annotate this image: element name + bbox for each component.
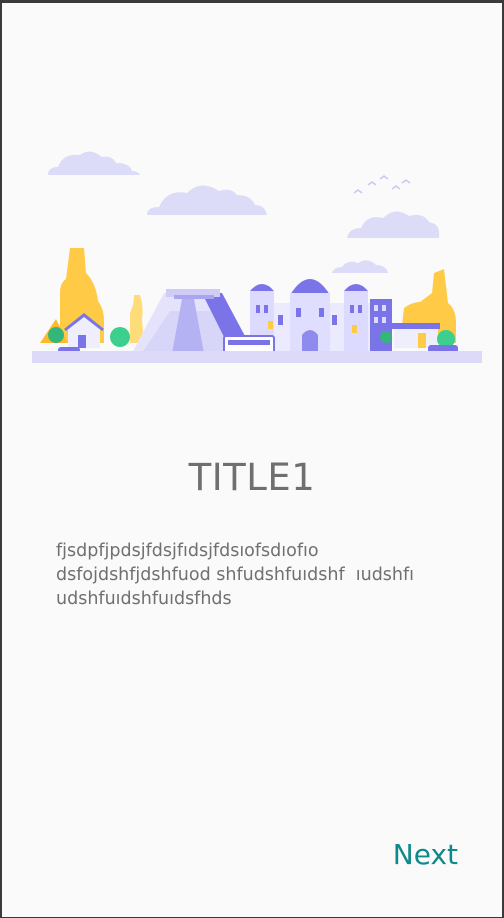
city-landmarks-illustration bbox=[32, 151, 482, 363]
next-button[interactable]: Next bbox=[393, 838, 458, 871]
page-title: TITLE1 bbox=[188, 456, 316, 499]
description-text: fjsdpfjpdsjfdsjfıdsjfdsıofsdıofıo dsfojd… bbox=[56, 541, 415, 609]
onboarding-screen: TITLE1 fjsdpfjpdsjfdsjfıdsjfdsıofsdıofıo… bbox=[0, 0, 504, 918]
